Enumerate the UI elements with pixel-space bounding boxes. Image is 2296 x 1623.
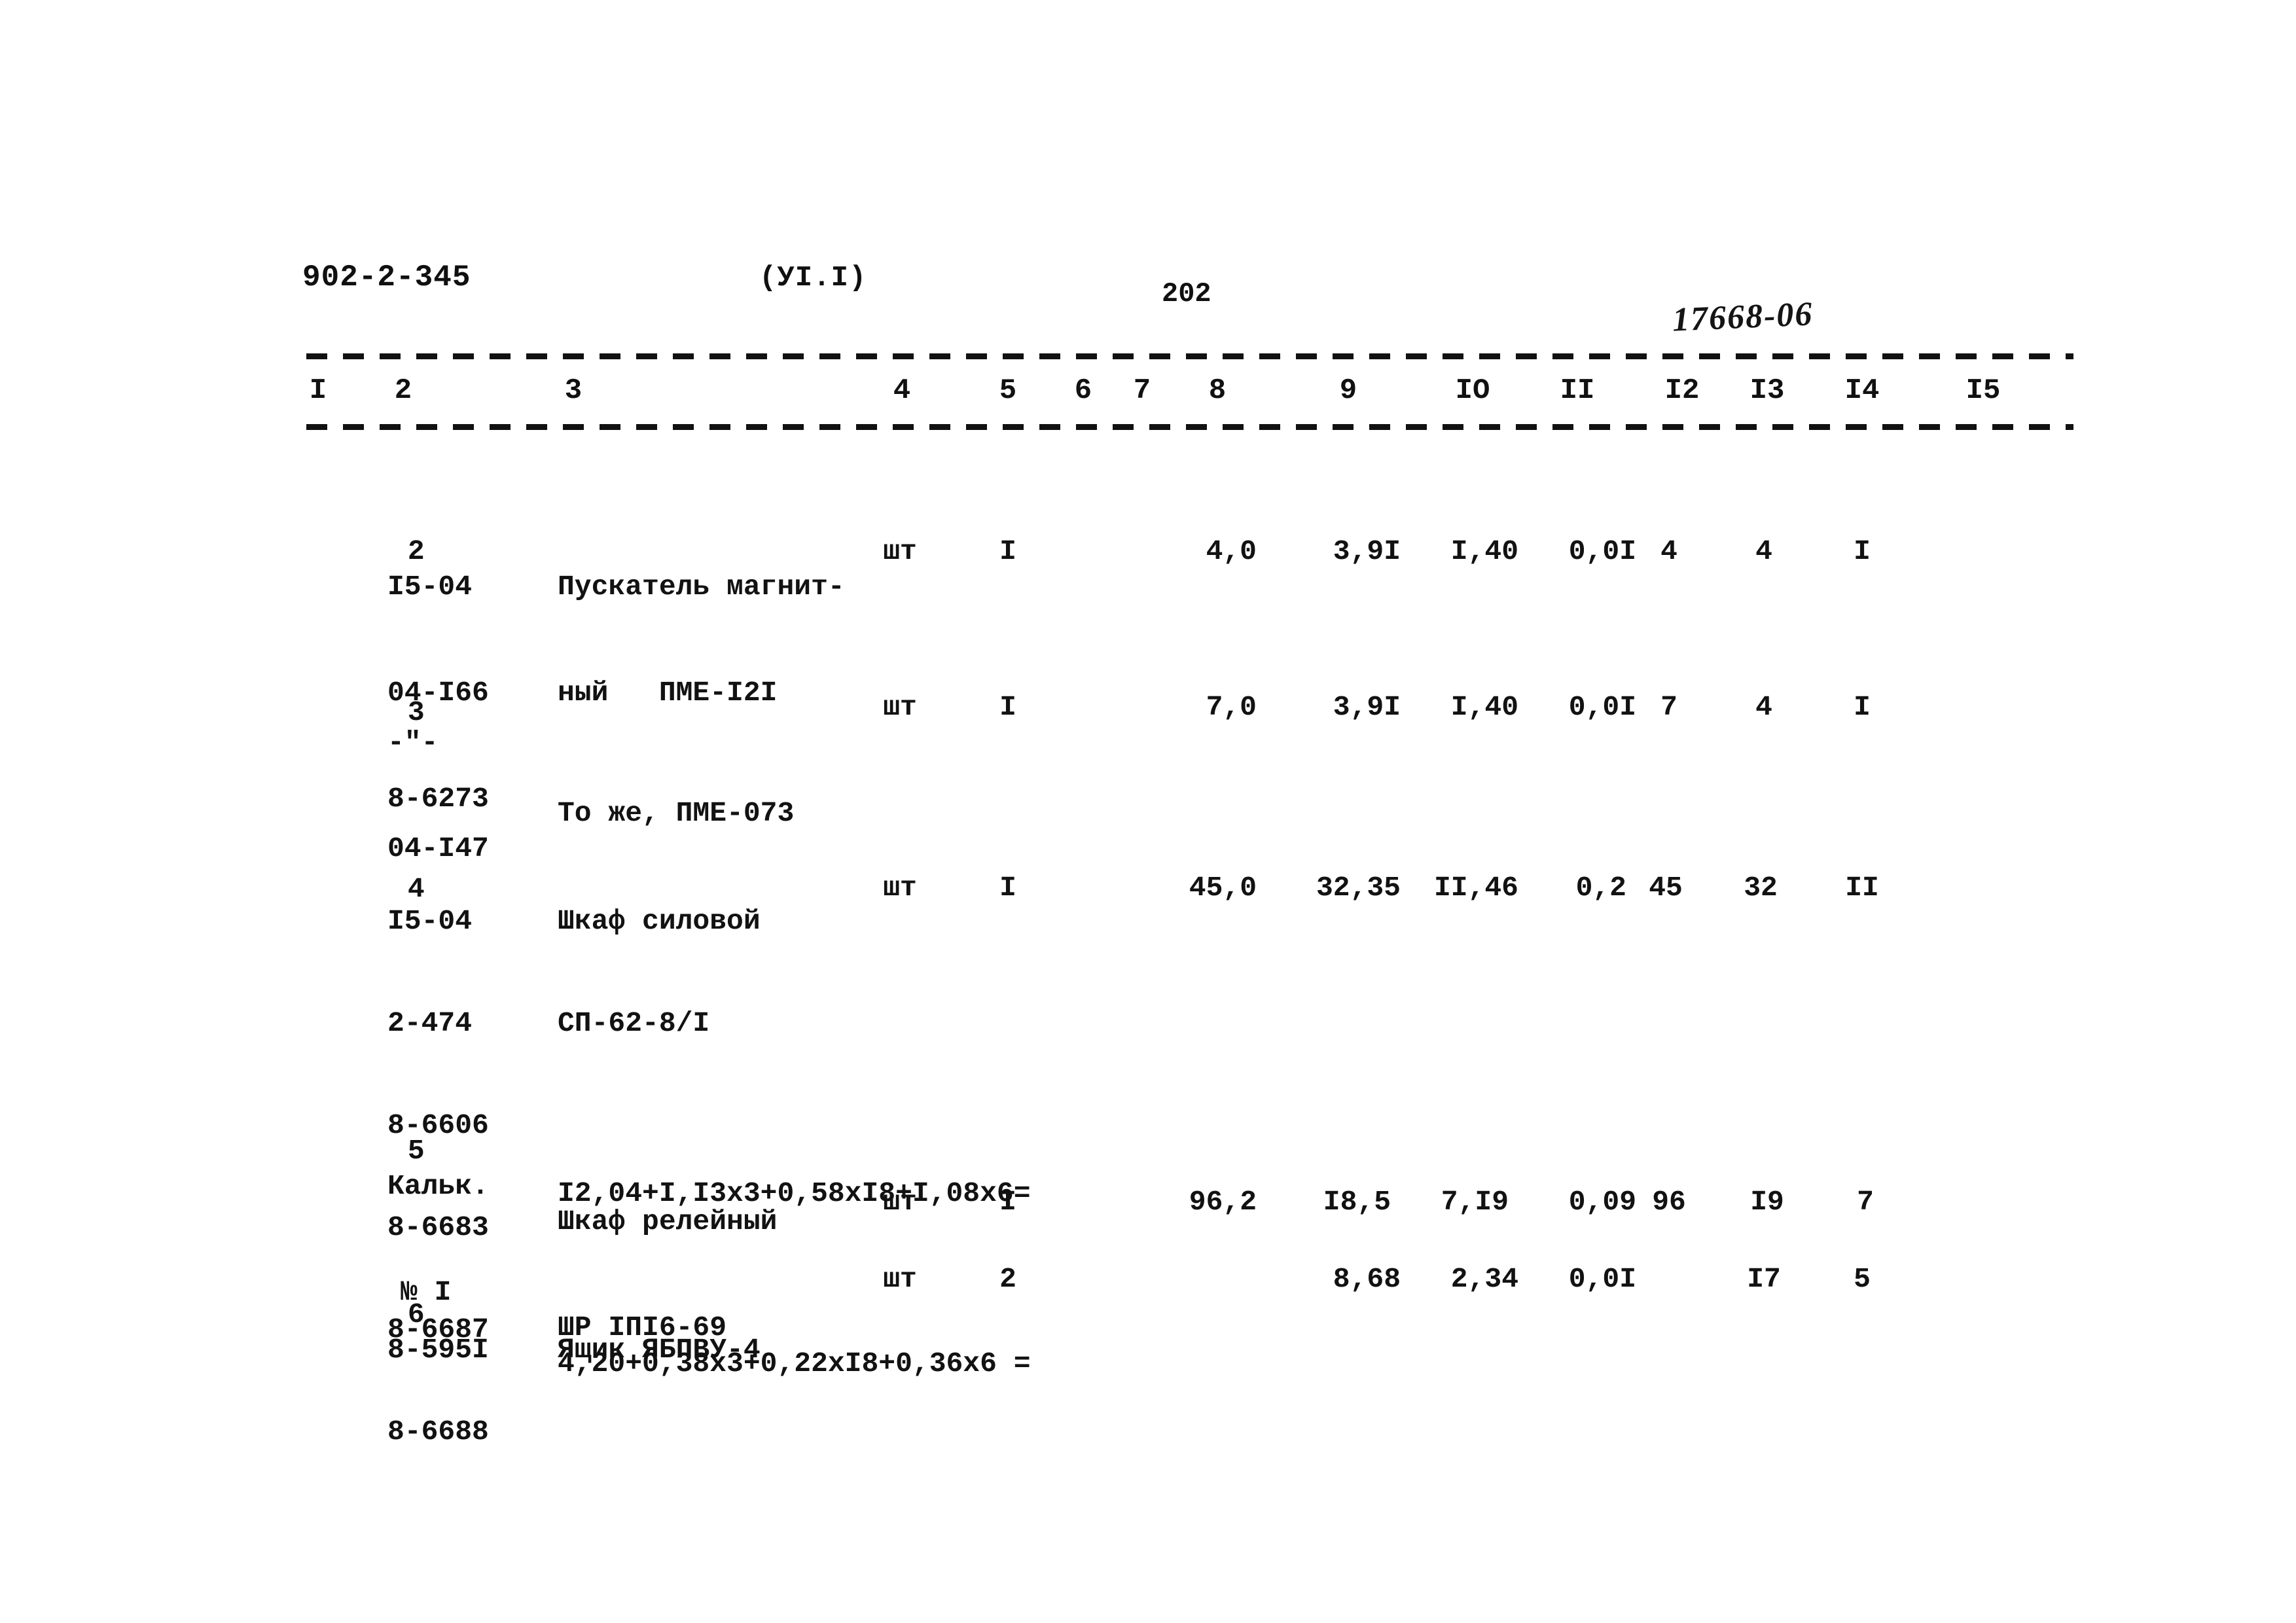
row-unit: шт bbox=[883, 691, 917, 723]
row-col14: I bbox=[1854, 535, 1871, 567]
column-header-4: 4 bbox=[893, 374, 911, 407]
row-col10: I,40 bbox=[1450, 691, 1518, 723]
column-header-9: 9 bbox=[1339, 374, 1357, 407]
row-description-line: Шкаф релейный bbox=[558, 1205, 778, 1238]
row-col8: 7,0 bbox=[1206, 691, 1257, 723]
row-unit: шт bbox=[883, 535, 917, 567]
row-unit: шт bbox=[883, 1186, 917, 1218]
row-col8: 96,2 bbox=[1189, 1186, 1257, 1218]
row-code-block: 8-595I bbox=[387, 1262, 489, 1438]
row-col11: 0,0I bbox=[1568, 1263, 1636, 1295]
row-quantity: I bbox=[999, 1186, 1016, 1218]
row-col9: 8,68 bbox=[1333, 1263, 1401, 1295]
row-col10: 7,I9 bbox=[1441, 1186, 1509, 1218]
row-unit: шт bbox=[883, 1263, 917, 1295]
row-col13: 4 bbox=[1755, 691, 1772, 723]
column-header-7: 7 bbox=[1133, 374, 1151, 407]
column-header-10: IO bbox=[1455, 374, 1490, 407]
row-code-line: 2-474 bbox=[387, 1007, 473, 1039]
row-col8: 45,0 bbox=[1189, 872, 1257, 904]
row-code-line: -"- bbox=[387, 726, 439, 758]
row-col14: II bbox=[1845, 872, 1879, 904]
row-unit: шт bbox=[883, 872, 917, 904]
row-code-line: I5-04 bbox=[387, 905, 473, 937]
row-description-line: СП-62-8/I bbox=[558, 1007, 710, 1039]
row-col9: 3,9I bbox=[1333, 691, 1401, 723]
row-col10: 2,34 bbox=[1450, 1263, 1518, 1295]
row-description-line: Ящик ЯБПВУ-4 bbox=[558, 1334, 761, 1366]
column-header-8: 8 bbox=[1208, 374, 1227, 407]
row-col12: 45 bbox=[1649, 872, 1683, 904]
column-header-5: 5 bbox=[999, 374, 1017, 407]
row-code-line: I5-04 bbox=[387, 571, 473, 603]
row-description-block: Ящик ЯБПВУ-4 bbox=[558, 1262, 761, 1438]
document-page: 902-2-345 (УI.I) 202 17668-06 I 2 3 4 5 … bbox=[0, 0, 2296, 1623]
column-header-2: 2 bbox=[394, 374, 412, 407]
row-col13: 4 bbox=[1755, 535, 1772, 567]
row-col8: 4,0 bbox=[1206, 535, 1257, 567]
row-quantity: I bbox=[999, 535, 1016, 567]
row-col10: II,46 bbox=[1433, 872, 1518, 904]
column-header-6: 6 bbox=[1074, 374, 1092, 407]
document-section: (УI.I) bbox=[759, 262, 867, 294]
column-header-12: I2 bbox=[1664, 374, 1700, 407]
row-col9: 32,35 bbox=[1316, 872, 1401, 904]
row-col11: 0,09 bbox=[1568, 1186, 1636, 1218]
row-col11: 0,0I bbox=[1568, 691, 1636, 723]
document-code: 902-2-345 bbox=[302, 260, 471, 294]
row-col13: I7 bbox=[1747, 1263, 1781, 1295]
row-col10: I,40 bbox=[1450, 535, 1518, 567]
column-header-13: I3 bbox=[1749, 374, 1785, 407]
scanned-sheet: 902-2-345 (УI.I) 202 17668-06 I 2 3 4 5 … bbox=[0, 0, 2296, 1623]
row-col14: 7 bbox=[1857, 1186, 1874, 1218]
column-header-3: 3 bbox=[564, 374, 583, 407]
row-col11: 0,2 bbox=[1575, 872, 1626, 904]
table-rule-bottom bbox=[306, 424, 2073, 430]
row-col14: 5 bbox=[1854, 1263, 1871, 1295]
row-col9: I8,5 bbox=[1323, 1186, 1391, 1218]
row-col12: 4 bbox=[1660, 535, 1677, 567]
row-col14: I bbox=[1854, 691, 1871, 723]
row-col13: 32 bbox=[1744, 872, 1778, 904]
archive-stamp: 17668-06 bbox=[1671, 295, 1814, 339]
row-col13: I9 bbox=[1750, 1186, 1784, 1218]
row-col12: 7 bbox=[1660, 691, 1677, 723]
column-header-14: I4 bbox=[1844, 374, 1880, 407]
row-col11: 0,0I bbox=[1568, 535, 1636, 567]
row-col12: 96 bbox=[1652, 1186, 1686, 1218]
row-code-line: 8-595I bbox=[387, 1334, 489, 1366]
row-description-line: То же, ПМЕ-073 bbox=[558, 797, 795, 829]
table-rule-top bbox=[306, 353, 2073, 359]
row-quantity: I bbox=[999, 691, 1016, 723]
row-description-line: Шкаф силовой bbox=[558, 905, 761, 937]
row-quantity: 2 bbox=[999, 1263, 1016, 1295]
row-col9: 3,9I bbox=[1333, 535, 1401, 567]
column-header-1: I bbox=[309, 374, 327, 407]
row-code-line: Кальк. bbox=[387, 1170, 489, 1202]
column-header-15: I5 bbox=[1965, 374, 2001, 407]
row-description-line: Пускатель магнит- bbox=[558, 571, 845, 603]
page-number: 202 bbox=[1162, 278, 1211, 310]
column-header-11: II bbox=[1560, 374, 1595, 407]
row-quantity: I bbox=[999, 872, 1016, 904]
